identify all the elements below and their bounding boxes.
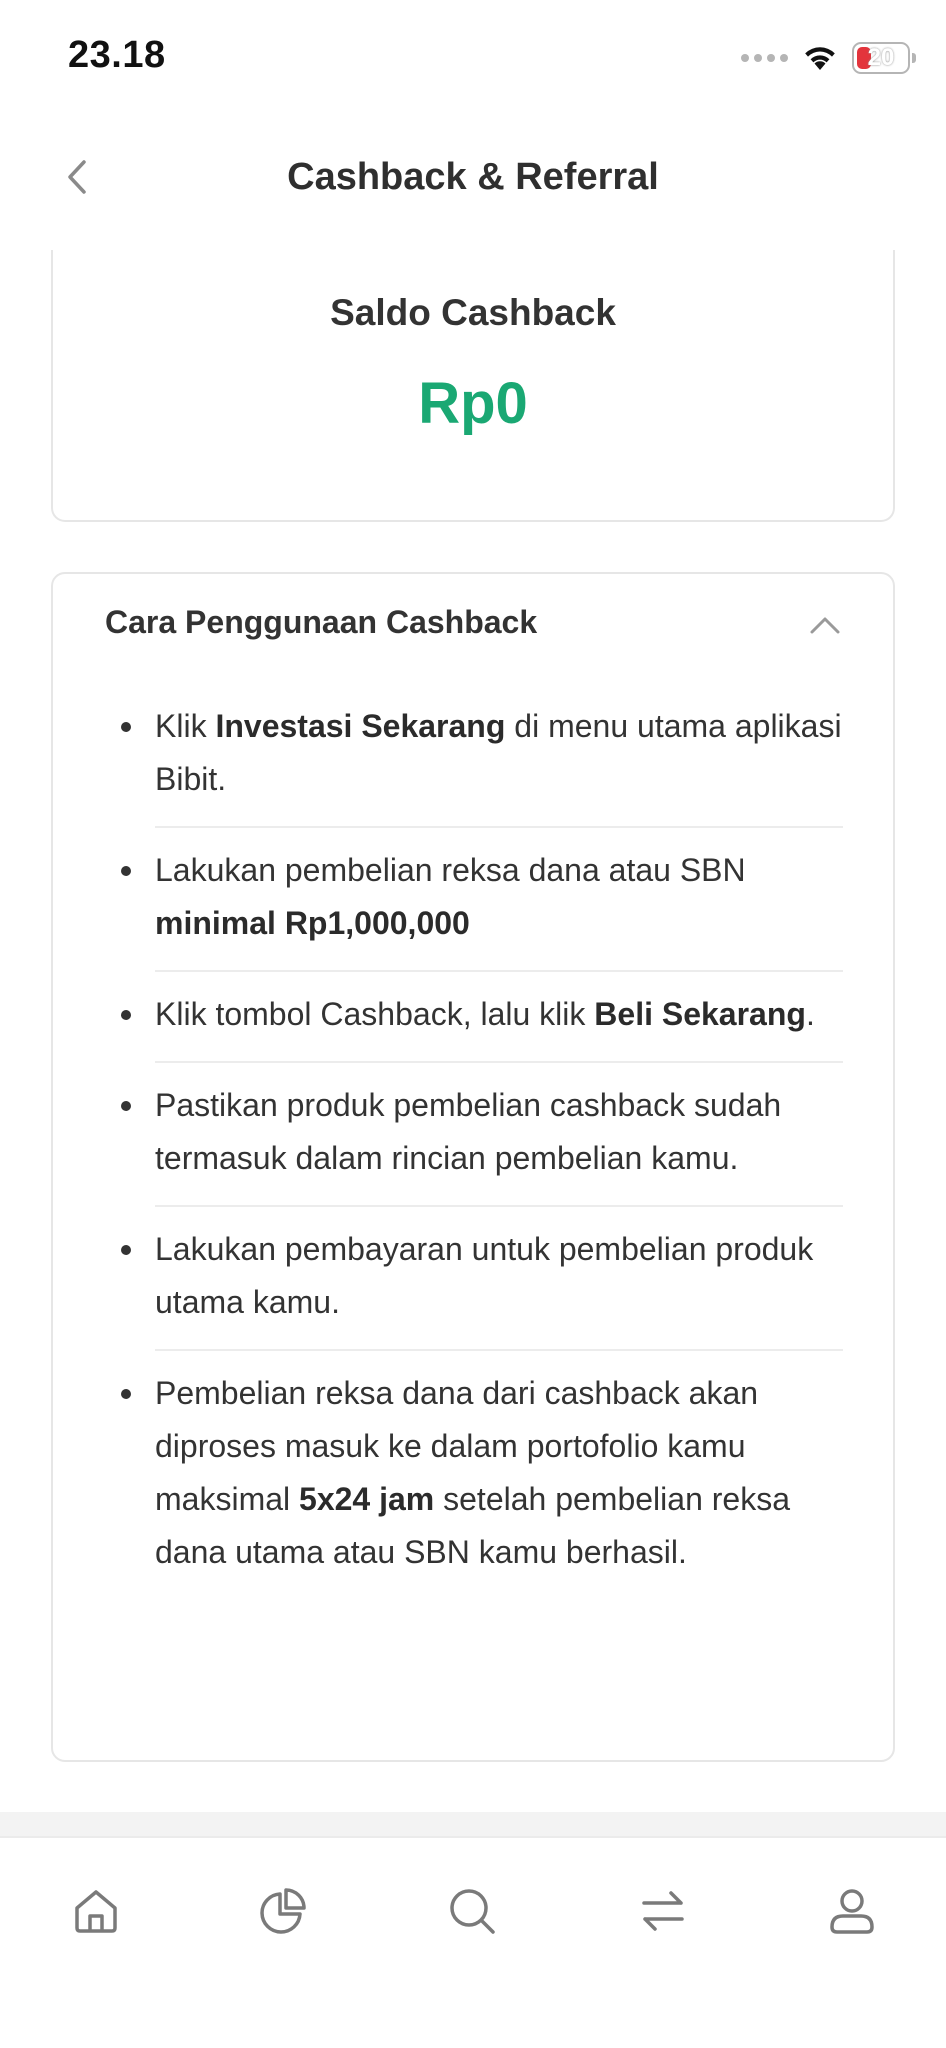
status-time: 23.18 <box>68 34 166 76</box>
chevron-up-icon <box>810 617 840 634</box>
battery-icon: 20 <box>852 42 916 74</box>
profile-icon <box>830 1889 874 1934</box>
step-text-bold: Investasi Sekarang <box>215 708 506 744</box>
cellular-signal-icon <box>741 54 788 62</box>
home-icon <box>75 1890 117 1933</box>
step-text: Klik tombol Cashback, lalu klik <box>155 996 595 1032</box>
nav-transactions-button[interactable] <box>628 1876 698 1946</box>
step-text: Klik <box>155 708 216 744</box>
step-text: . <box>805 996 815 1032</box>
status-indicators: 20 <box>741 38 916 78</box>
nav-profile-button[interactable] <box>817 1876 887 1946</box>
search-icon <box>450 1889 495 1934</box>
step-text-bold: Beli Sekarang <box>594 996 806 1032</box>
step-text-bold: minimal Rp1,000,000 <box>155 905 470 941</box>
status-bar: 23.18 20 <box>0 0 946 118</box>
battery-level: 20 <box>867 44 895 71</box>
nav-home-button[interactable] <box>61 1876 131 1946</box>
scroll-content[interactable]: Saldo Cashback Rp0 Cara Penggunaan Cashb… <box>0 250 946 1810</box>
nav-separator <box>0 1812 946 1836</box>
app-header: Cashback & Referral <box>0 118 946 248</box>
saldo-cashback-card: Saldo Cashback Rp0 <box>51 250 895 522</box>
step-text-bold: 5x24 jam <box>299 1481 435 1517</box>
usage-step-item: Pembelian reksa dana dari cashback akan … <box>121 1351 843 1599</box>
usage-step-item: Pastikan produk pembelian cashback sudah… <box>121 1063 843 1207</box>
usage-step-item: Klik Investasi Sekarang di menu utama ap… <box>121 684 843 828</box>
nav-portfolio-button[interactable] <box>248 1876 318 1946</box>
cashback-usage-card: Cara Penggunaan Cashback Klik Investasi … <box>51 572 895 1762</box>
saldo-label: Saldo Cashback <box>330 292 616 333</box>
nav-search-button[interactable] <box>437 1876 507 1946</box>
cashback-referral-screen: 23.18 20 Cashback & Referral Saldo Cashb… <box>0 0 946 2048</box>
step-text: Pastikan produk pembelian cashback sudah… <box>155 1087 782 1176</box>
step-text: Lakukan pembelian reksa dana atau SBN <box>155 852 746 888</box>
usage-steps-list: Klik Investasi Sekarang di menu utama ap… <box>53 684 893 1599</box>
pie-chart-icon <box>260 1888 306 1934</box>
transfer-icon <box>642 1891 684 1931</box>
usage-title: Cara Penggunaan Cashback <box>105 604 538 640</box>
step-text: Lakukan pembayaran untuk pembelian produ… <box>155 1231 814 1320</box>
usage-step-item: Klik tombol Cashback, lalu klik Beli Sek… <box>121 972 843 1063</box>
usage-accordion-header[interactable]: Cara Penggunaan Cashback <box>53 574 893 684</box>
saldo-value: Rp0 <box>418 371 528 436</box>
usage-step-item: Lakukan pembayaran untuk pembelian produ… <box>121 1207 843 1351</box>
usage-step-item: Lakukan pembelian reksa dana atau SBN mi… <box>121 828 843 972</box>
page-title: Cashback & Referral <box>287 156 659 198</box>
bottom-navigation <box>0 1836 946 2048</box>
wifi-icon <box>805 47 835 70</box>
